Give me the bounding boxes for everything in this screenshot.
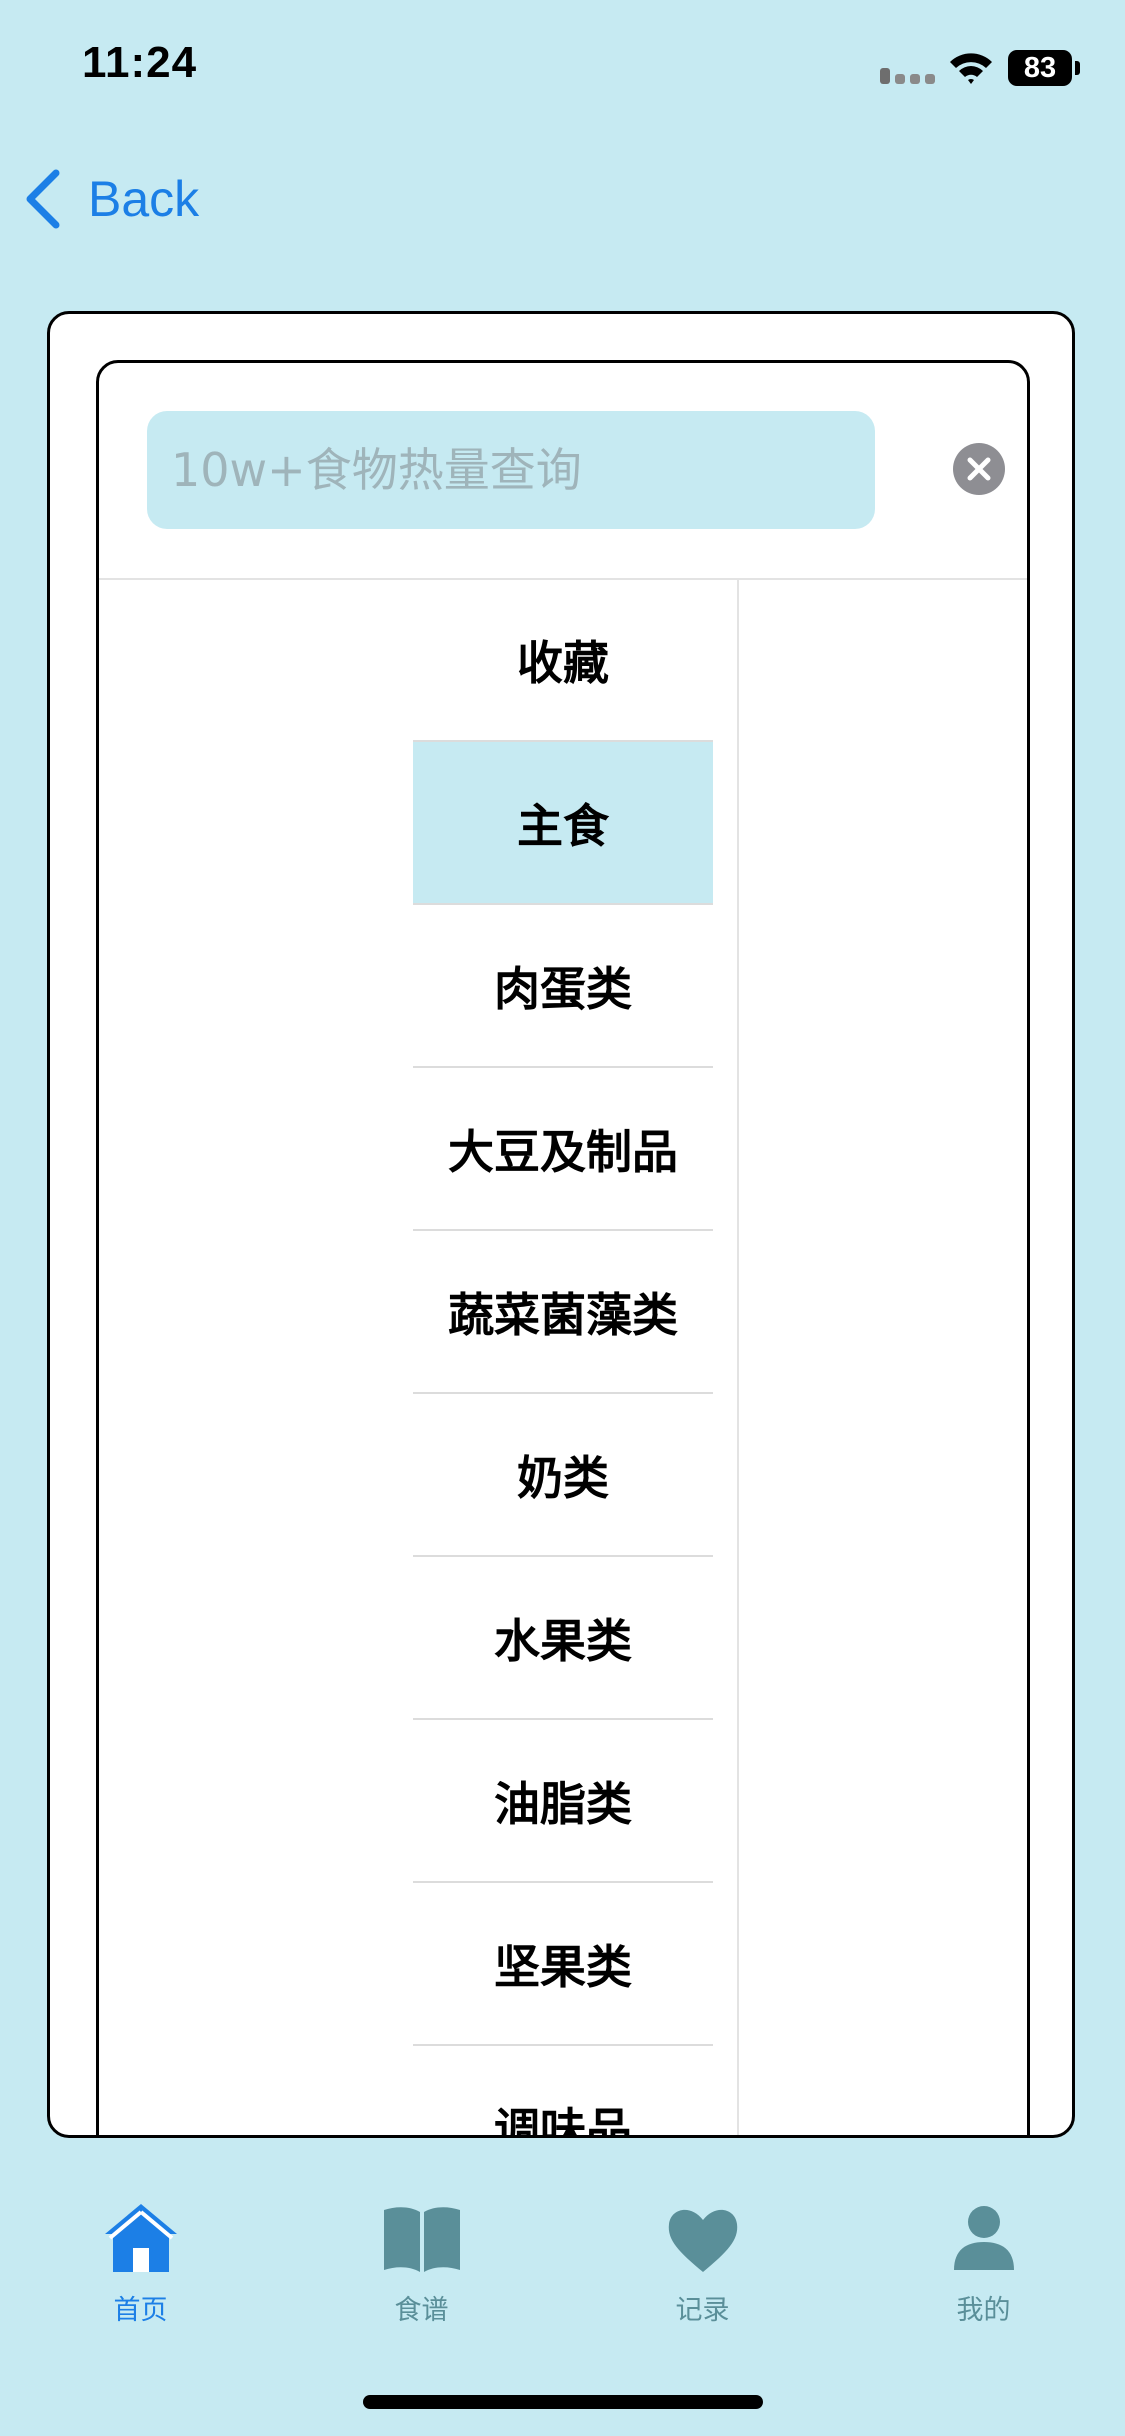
wifi-icon [950, 53, 992, 84]
book-icon [383, 2207, 460, 2272]
tab-records[interactable]: 记录 [562, 2180, 843, 2340]
category-item-soy[interactable]: 大豆及制品 [413, 1068, 713, 1231]
tab-recipes-label: 食谱 [394, 2295, 449, 2326]
home-indicator[interactable] [363, 2395, 763, 2409]
clear-button[interactable] [953, 443, 1005, 495]
tab-profile-label: 我的 [956, 2295, 1011, 2326]
tab-recipes[interactable]: 食谱 [281, 2180, 562, 2340]
battery-tip-icon [1075, 61, 1080, 75]
category-item-dairy[interactable]: 奶类 [413, 1394, 713, 1557]
category-item-staple[interactable]: 主食 [413, 742, 713, 905]
tab-profile[interactable]: 我的 [843, 2180, 1124, 2340]
cellular-signal-icon [880, 68, 936, 84]
close-icon [967, 457, 991, 481]
back-label: Back [88, 171, 200, 227]
heart-icon [668, 2209, 737, 2272]
tab-bar: 首页 食谱 记录 我的 [0, 2180, 1125, 2340]
search-input[interactable] [147, 411, 875, 529]
column-divider [737, 579, 739, 2135]
tab-records-label: 记录 [675, 2295, 730, 2326]
category-item-nuts[interactable]: 坚果类 [413, 1883, 713, 2046]
content-card: 收藏 主食 肉蛋类 大豆及制品 蔬菜菌藻类 奶类 水果类 油脂类 坚果类 调味品 [47, 311, 1075, 2138]
back-button[interactable]: Back [22, 164, 199, 234]
category-item-favorites[interactable]: 收藏 [413, 579, 713, 742]
category-item-condiments[interactable]: 调味品 [413, 2046, 713, 2136]
chevron-left-icon [26, 169, 60, 229]
category-list: 收藏 主食 肉蛋类 大豆及制品 蔬菜菌藻类 奶类 水果类 油脂类 坚果类 调味品 [413, 579, 713, 2136]
category-item-vegetables[interactable]: 蔬菜菌藻类 [413, 1231, 713, 1394]
person-icon [953, 2206, 1014, 2270]
home-icon [104, 2204, 177, 2272]
category-item-oils[interactable]: 油脂类 [413, 1720, 713, 1883]
battery-indicator: 83 [1008, 50, 1072, 86]
tab-home[interactable]: 首页 [0, 2180, 281, 2340]
category-item-fruit[interactable]: 水果类 [413, 1557, 713, 1720]
category-item-meat-eggs[interactable]: 肉蛋类 [413, 905, 713, 1068]
tab-home-label: 首页 [113, 2295, 168, 2326]
food-search-panel: 收藏 主食 肉蛋类 大豆及制品 蔬菜菌藻类 奶类 水果类 油脂类 坚果类 调味品 [96, 360, 1030, 2136]
status-bar: 11:24 83 [0, 0, 1125, 140]
status-time: 11:24 [82, 38, 198, 87]
